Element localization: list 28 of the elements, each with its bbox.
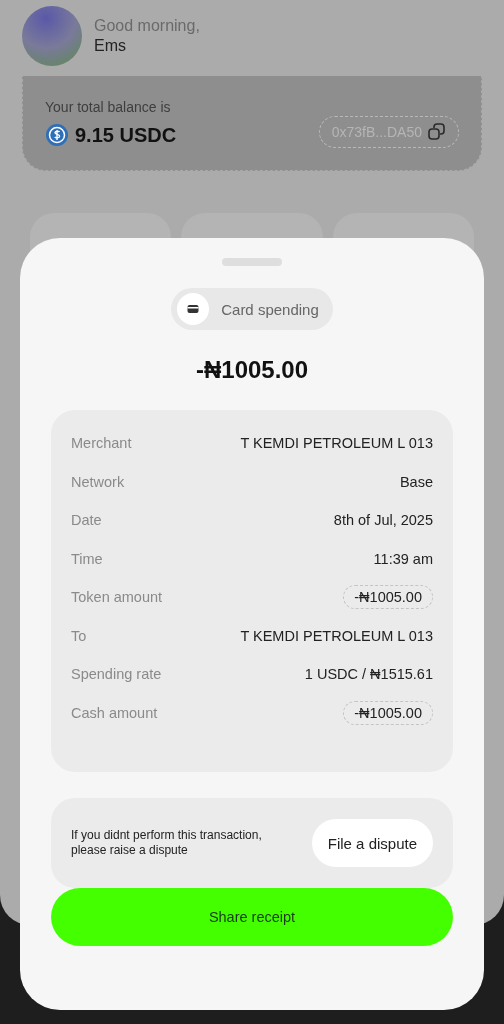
detail-label: Network bbox=[71, 473, 125, 490]
detail-value: 8th of Jul, 2025 bbox=[333, 512, 433, 529]
greeting: Good morning, bbox=[94, 16, 200, 36]
card-icon bbox=[187, 304, 200, 314]
dispute-message: If you didnt perform this transaction, please raise a dispute bbox=[71, 828, 263, 858]
detail-value: 1 USDC / ₦1515.61 bbox=[304, 666, 433, 683]
transaction-amount: -₦1005.00 bbox=[195, 356, 309, 384]
detail-label: To bbox=[71, 627, 87, 644]
detail-label: Token amount bbox=[71, 589, 163, 606]
detail-label: Time bbox=[71, 550, 103, 567]
detail-value: T KEMDI PETROLEUM L 013 bbox=[240, 627, 433, 644]
category-chip: Card spending bbox=[171, 288, 333, 330]
user-name: Ems bbox=[94, 36, 127, 56]
dispute-button[interactable]: File a dispute bbox=[311, 819, 433, 867]
drag-handle[interactable] bbox=[222, 258, 282, 266]
detail-value: 11:39 am bbox=[373, 550, 433, 567]
detail-value: T KEMDI PETROLEUM L 013 bbox=[240, 435, 433, 452]
copy-icon[interactable] bbox=[428, 123, 446, 141]
detail-label: Date bbox=[71, 512, 102, 529]
detail-label: Spending rate bbox=[71, 666, 162, 683]
coin-icon bbox=[45, 123, 69, 147]
balance-amount: 9.15 USDC bbox=[75, 123, 177, 147]
balance-label: Your total balance is bbox=[45, 99, 172, 115]
detail-label: Merchant bbox=[71, 435, 132, 452]
detail-label: Cash amount bbox=[71, 704, 158, 721]
share-button[interactable]: Share receipt bbox=[51, 888, 453, 946]
detail-value: Base bbox=[399, 473, 433, 490]
avatar bbox=[22, 6, 82, 66]
